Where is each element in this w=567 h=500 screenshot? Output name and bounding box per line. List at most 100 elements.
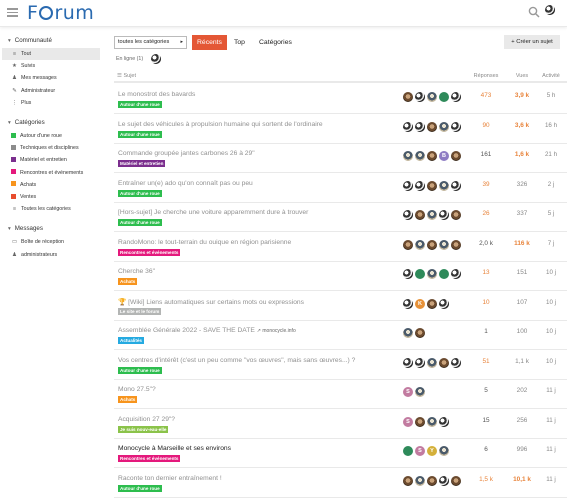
sidebar-item[interactable]: ♟ Mes messages	[2, 72, 100, 84]
replies-count[interactable]: 15	[470, 417, 502, 424]
sidebar-item[interactable]: Techniques et disciplines	[2, 142, 100, 154]
replies-count[interactable]: 10	[470, 299, 502, 306]
poster-avatar[interactable]	[439, 298, 449, 309]
poster-avatar[interactable]	[451, 269, 461, 279]
topic-title-link[interactable]: Le monostrot des bavards	[118, 91, 195, 98]
topic-title-link[interactable]: RandoMono: le tout-terrain du ouique en …	[118, 239, 291, 246]
poster-avatar[interactable]	[415, 269, 425, 279]
replies-count[interactable]: 26	[470, 210, 502, 217]
poster-avatar[interactable]	[427, 210, 437, 220]
topic-row[interactable]: Assemblée Générale 2022 - SAVE THE DATE ↗…	[114, 321, 567, 350]
poster-avatar[interactable]	[415, 475, 425, 486]
topic-title-link[interactable]: Entraîner un(e) ado qu'on connaît pas ou…	[118, 180, 253, 187]
poster-avatar[interactable]	[403, 357, 413, 368]
tab-top[interactable]: Top	[229, 35, 250, 50]
topic-row[interactable]: Commande groupée jantes carbones 26 à 29…	[114, 144, 567, 173]
poster-avatar[interactable]	[415, 92, 425, 102]
poster-avatar[interactable]	[427, 416, 437, 427]
poster-avatar[interactable]	[439, 180, 449, 191]
topic-row[interactable]: Mono 27.5"? Achats S 5 202 11 j	[114, 380, 567, 409]
poster-avatar[interactable]	[451, 475, 461, 486]
poster-avatar[interactable]	[403, 328, 413, 338]
topic-title-link[interactable]: Cherche 36"	[118, 268, 155, 275]
poster-avatar[interactable]	[451, 357, 461, 368]
poster-avatar[interactable]: S	[403, 416, 413, 427]
poster-avatar[interactable]	[427, 475, 437, 486]
create-topic-button[interactable]: + Créer un sujet	[504, 35, 560, 49]
topic-title-link[interactable]: Mono 27.5"?	[118, 386, 156, 393]
poster-avatar[interactable]	[415, 151, 425, 161]
sidebar-item[interactable]: ≡ Tout	[2, 48, 100, 60]
tab-recents[interactable]: Récents	[192, 35, 227, 50]
sidebar-item[interactable]: ★ Suivis	[2, 60, 100, 72]
poster-avatar[interactable]	[427, 239, 437, 250]
activity-time[interactable]: 11 j	[538, 446, 564, 453]
poster-avatar[interactable]	[403, 298, 413, 309]
topic-title-link[interactable]: Monocycle à Marseille et ses environs	[118, 445, 231, 452]
activity-header[interactable]: Activité	[538, 73, 564, 79]
replies-count[interactable]: 161	[470, 151, 502, 158]
replies-count[interactable]: 2,0 k	[470, 240, 502, 247]
subject-header[interactable]: ☰ Sujet	[117, 73, 136, 79]
category-badge[interactable]: Rencontres et événements	[118, 248, 181, 256]
category-badge[interactable]: Achats	[118, 396, 138, 403]
poster-avatar[interactable]	[451, 180, 461, 191]
poster-avatar[interactable]	[439, 210, 449, 220]
sidebar-item[interactable]: Autour d'une roue	[2, 130, 100, 142]
category-badge[interactable]: Achats	[118, 278, 138, 285]
poster-avatar[interactable]	[451, 210, 461, 220]
poster-avatar[interactable]: B	[439, 151, 449, 161]
category-badge[interactable]: Autour d'une roue	[118, 130, 162, 138]
poster-avatar[interactable]	[403, 239, 413, 250]
replies-count[interactable]: 39	[470, 181, 502, 188]
poster-avatar[interactable]	[439, 269, 449, 279]
replies-count[interactable]: 51	[470, 358, 502, 365]
category-badge[interactable]: Je suis nouv-eau-elle	[118, 425, 169, 433]
topic-title-link[interactable]: Raconte ton dernier entraînement !	[118, 475, 222, 482]
poster-avatar[interactable]	[415, 357, 425, 368]
poster-avatar[interactable]	[403, 446, 413, 456]
poster-avatar[interactable]	[415, 416, 425, 427]
poster-avatar[interactable]	[439, 446, 449, 456]
poster-avatar[interactable]	[415, 121, 425, 132]
replies-count[interactable]: 5	[470, 387, 502, 394]
sidebar-item[interactable]: ⋮ Plus	[2, 97, 100, 109]
topic-title-link[interactable]: Assemblée Générale 2022 - SAVE THE DATE ↗…	[118, 327, 296, 334]
sidebar-item[interactable]: Rencontres et événements	[2, 167, 100, 179]
sidebar-item[interactable]: Achats	[2, 179, 100, 191]
topic-row[interactable]: Le monostrot des bavards Autour d'une rou…	[114, 85, 567, 114]
poster-avatar[interactable]	[427, 151, 437, 161]
poster-avatar[interactable]	[403, 269, 413, 279]
poster-avatar[interactable]	[427, 269, 437, 279]
sidebar-item[interactable]: ✎ Administrateur	[2, 85, 100, 97]
external-link[interactable]: ↗ monocycle.info	[257, 328, 296, 334]
activity-time[interactable]: 10 j	[538, 299, 564, 306]
topic-row[interactable]: Vos centres d'intérêt (c'est un peu comm…	[114, 351, 567, 380]
poster-avatar[interactable]: K	[415, 298, 425, 309]
replies-count[interactable]: 473	[470, 92, 502, 99]
activity-time[interactable]: 16 h	[538, 122, 564, 129]
poster-avatar[interactable]	[427, 92, 437, 102]
activity-time[interactable]: 5 j	[538, 210, 564, 217]
poster-avatar[interactable]	[415, 387, 425, 397]
topic-title-link[interactable]: Acquisition 27 29"?	[118, 416, 175, 423]
replies-count[interactable]: 90	[470, 122, 502, 129]
topic-row[interactable]: RandoMono: le tout-terrain du ouique en …	[114, 233, 567, 262]
replies-count[interactable]: 1	[470, 328, 502, 335]
topic-title-link[interactable]: Le sujet des véhicules à propulsion huma…	[118, 121, 323, 128]
category-badge[interactable]: Autour d'une roue	[118, 101, 162, 108]
poster-avatar[interactable]	[451, 239, 461, 250]
category-badge[interactable]: Autour d'une roue	[118, 189, 162, 197]
topic-title-link[interactable]: [Hors-sujet] Je cherche une voiture appa…	[118, 209, 308, 216]
sidebar-section-header[interactable]: ▾ Messages	[0, 223, 43, 235]
category-badge[interactable]: Autour d'une roue	[118, 219, 162, 226]
sidebar-item[interactable]: Ventes	[2, 191, 100, 203]
poster-avatar[interactable]	[403, 475, 413, 486]
activity-time[interactable]: 10 j	[538, 358, 564, 365]
sidebar-item[interactable]: ≡ Toutes les catégories	[2, 203, 100, 215]
poster-avatar[interactable]	[439, 416, 449, 427]
replies-count[interactable]: 6	[470, 446, 502, 453]
topic-row[interactable]: 🏆 [Wiki] Liens automatiques sur certains…	[114, 292, 567, 321]
poster-avatar[interactable]	[427, 121, 437, 132]
topic-row[interactable]: Raconte ton dernier entraînement ! Autour…	[114, 469, 567, 498]
